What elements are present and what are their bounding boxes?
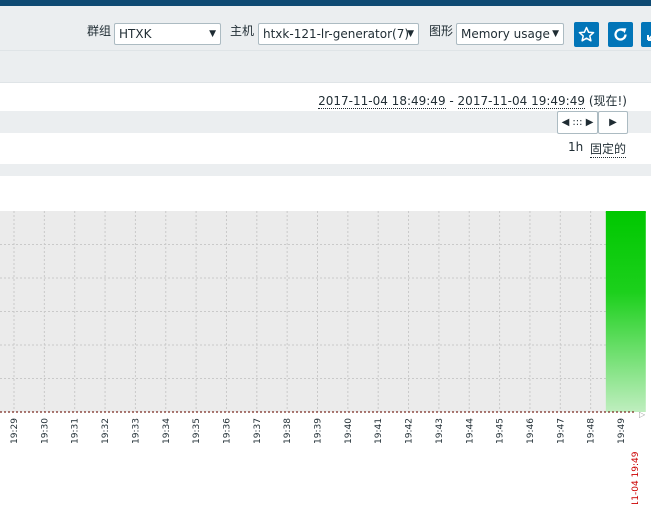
host-label: 主机	[230, 24, 255, 38]
x-tick-label: 19:43	[435, 418, 445, 444]
navigation-band	[0, 111, 651, 133]
x-tick-label: 19:31	[71, 418, 81, 444]
timeline-forward-button[interactable]: ▶	[598, 111, 628, 134]
chevron-down-icon: ▼	[209, 29, 216, 39]
chart-separator-band	[0, 164, 651, 176]
x-tick-label: 19:47	[556, 418, 566, 444]
star-icon	[578, 26, 595, 42]
x-tick-label: 19:35	[192, 418, 202, 444]
range-now: (现在!)	[585, 94, 627, 108]
memory-usage-chart: 19:29 19:30 19:31 19:32 19:33 19:34 19:35 19:36…	[0, 176, 651, 506]
x-tick-label: 19:30	[40, 418, 50, 444]
x-tick-label: 19:44	[465, 418, 475, 444]
host-select-value: htxk-121-lr-generator(7)	[263, 27, 410, 41]
x-tick-label: 19:38	[283, 418, 293, 444]
x-tick-label: 19:42	[405, 418, 415, 444]
range-separator: -	[445, 94, 458, 108]
x-tick-label: 19:40	[344, 418, 354, 444]
graph-label: 图形	[429, 24, 454, 38]
x-tick-label: 19:29	[10, 418, 20, 444]
timeline-scroll-button[interactable]: ◀ ::: ▶	[557, 111, 598, 134]
fixed-toggle[interactable]: 固定的	[590, 140, 627, 158]
zoom-1h[interactable]: 1h	[568, 140, 583, 154]
graph-select-value: Memory usage	[461, 27, 550, 41]
x-tick-label: 19:33	[131, 418, 141, 444]
graph-select[interactable]: Memory usage ▼	[456, 23, 564, 45]
refresh-button[interactable]	[608, 22, 633, 47]
chevron-down-icon: ▼	[552, 29, 559, 39]
x-tick-label: 19:46	[526, 418, 536, 444]
add-to-favorites-button[interactable]	[574, 22, 599, 47]
now-label: 11-04 19:49	[631, 451, 641, 504]
x-tick-label: 19:49	[617, 418, 627, 444]
filter-bar: 群组 HTXK ▼ 主机 htxk-121-lr-generator(7) ▼ …	[0, 6, 651, 51]
chevron-down-icon: ▼	[407, 29, 414, 39]
fullscreen-button[interactable]	[641, 22, 651, 47]
group-select-value: HTXK	[119, 27, 152, 41]
x-tick-label: 19:45	[496, 418, 506, 444]
x-tick-label: 19:39	[314, 418, 324, 444]
x-tick-label: 19:36	[222, 418, 232, 444]
x-tick-label: 19:37	[253, 418, 263, 444]
fullscreen-icon	[647, 35, 651, 41]
x-tick-label: 19:32	[101, 418, 111, 444]
group-select[interactable]: HTXK ▼	[114, 23, 221, 45]
x-tick-label: 19:41	[374, 418, 384, 444]
toolbar-band	[0, 51, 651, 83]
x-axis-ticks: 19:29 19:30 19:31 19:32 19:33 19:34 19:35 19:36…	[10, 418, 627, 444]
host-select[interactable]: htxk-121-lr-generator(7) ▼	[258, 23, 419, 45]
chart-svg: 19:29 19:30 19:31 19:32 19:33 19:34 19:35 19:36…	[0, 211, 646, 506]
refresh-icon	[614, 28, 627, 41]
series-area	[605, 211, 646, 412]
group-label: 群组	[87, 24, 112, 38]
x-tick-label: 19:34	[162, 418, 172, 444]
time-range: 2017-11-04 18:49:49 - 2017-11-04 19:49:4…	[318, 92, 627, 109]
range-start[interactable]: 2017-11-04 18:49:49	[318, 94, 446, 109]
axis-end-arrow-icon: ▷	[639, 410, 646, 419]
range-end[interactable]: 2017-11-04 19:49:49	[457, 94, 585, 109]
x-tick-label: 19:48	[587, 418, 597, 444]
series-area-fill	[605, 212, 646, 412]
